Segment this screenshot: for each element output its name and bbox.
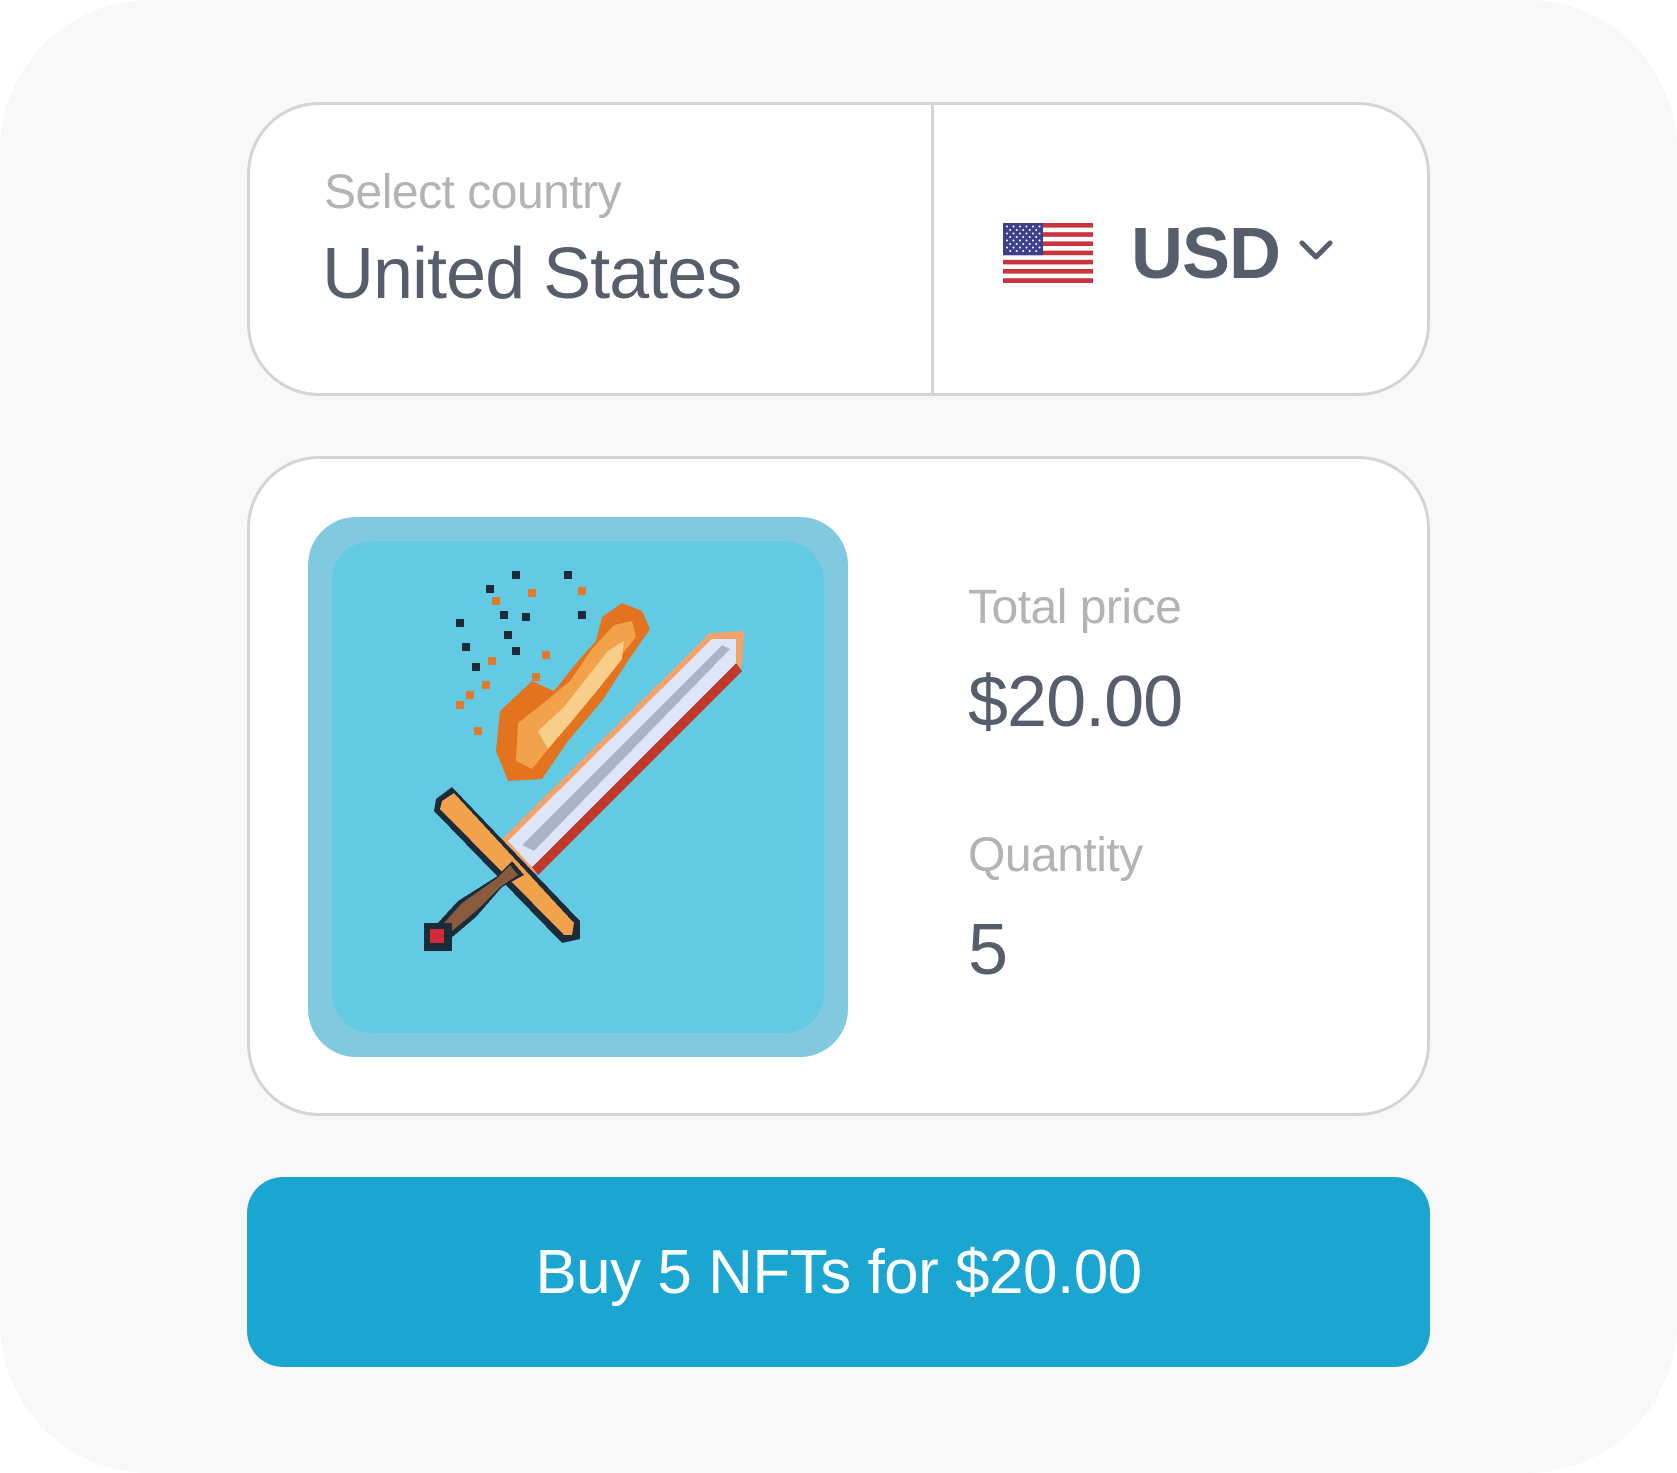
nft-image: [308, 517, 848, 1057]
checkout-panel: Select country United States USD Total p…: [0, 0, 1677, 1473]
country-select[interactable]: Select country United States: [250, 105, 934, 393]
currency-code: USD: [1131, 214, 1281, 294]
currency-select[interactable]: USD: [934, 105, 1430, 393]
nft-summary-card: Total price $20.00 Quantity 5: [247, 456, 1430, 1116]
us-flag-icon: [1003, 223, 1093, 283]
total-price-label: Total price: [968, 581, 1182, 634]
chevron-down-icon: [1299, 240, 1333, 260]
flaming-sword-icon: [424, 571, 744, 951]
quantity-label: Quantity: [968, 829, 1143, 882]
country-select-value[interactable]: United States: [322, 233, 742, 315]
buy-button[interactable]: Buy 5 NFTs for $20.00: [247, 1177, 1430, 1367]
total-price-value: $20.00: [968, 662, 1183, 742]
country-select-label: Select country: [324, 166, 622, 219]
quantity-value: 5: [968, 910, 1008, 990]
country-currency-selector: Select country United States USD: [247, 102, 1430, 396]
nft-image-inner: [332, 541, 824, 1033]
